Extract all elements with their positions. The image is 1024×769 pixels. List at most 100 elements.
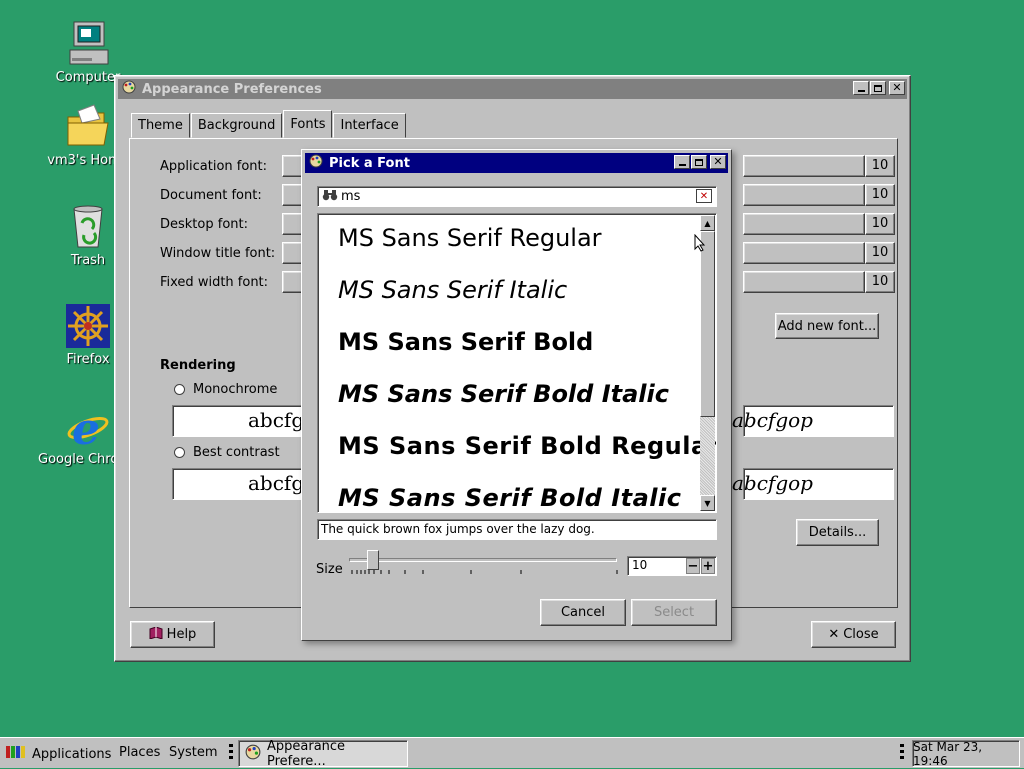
slider-thumb[interactable] bbox=[367, 550, 379, 570]
tab-fonts[interactable]: Fonts bbox=[283, 110, 333, 138]
search-binoculars-icon bbox=[322, 189, 338, 204]
monochrome-preview-right[interactable]: abcfgop bbox=[732, 405, 894, 437]
taskbar-separator-handle[interactable] bbox=[229, 744, 233, 762]
font-list-item[interactable]: MS Sans Serif Bold Regular bbox=[338, 432, 716, 460]
best-contrast-preview-right[interactable]: abcfgop bbox=[732, 468, 894, 500]
font-list-scrollbar[interactable]: ▲ ▼ bbox=[700, 215, 715, 511]
select-button[interactable]: Select bbox=[631, 599, 717, 626]
tab-label: Background bbox=[197, 118, 276, 133]
taskbar: Applications Places System Appearance Pr… bbox=[0, 737, 1024, 769]
font-row-label: Fixed width font: bbox=[160, 274, 269, 290]
font-size-label: 10 bbox=[865, 242, 895, 264]
scrollbar-track[interactable] bbox=[700, 417, 715, 495]
button-label: Cancel bbox=[560, 605, 606, 620]
document-font-button-right[interactable] bbox=[743, 184, 865, 206]
palette-icon bbox=[245, 744, 261, 764]
size-slider[interactable] bbox=[349, 550, 619, 580]
cancel-button[interactable]: Cancel bbox=[540, 599, 626, 626]
maximize-button[interactable] bbox=[870, 81, 886, 95]
scroll-up-arrow-icon[interactable]: ▲ bbox=[700, 215, 715, 231]
trash-icon bbox=[64, 203, 112, 251]
close-dialog-button[interactable]: ✕ bbox=[710, 155, 726, 169]
tab-theme[interactable]: Theme bbox=[131, 113, 190, 138]
help-button[interactable]: Help bbox=[130, 621, 215, 648]
button-label: Select bbox=[653, 605, 695, 620]
size-decrease-button[interactable]: − bbox=[686, 558, 700, 574]
size-increase-button[interactable]: + bbox=[701, 558, 715, 574]
size-spinbox[interactable]: 10 − + bbox=[627, 556, 717, 576]
scroll-down-arrow-icon[interactable]: ▼ bbox=[700, 495, 715, 511]
system-menu[interactable]: System bbox=[169, 745, 217, 760]
radio-button[interactable] bbox=[174, 447, 185, 458]
add-new-font-button[interactable]: Add new font... bbox=[775, 313, 879, 339]
radio-button[interactable] bbox=[174, 384, 185, 395]
tab-label: Theme bbox=[138, 118, 183, 133]
font-preview-text[interactable]: The quick brown fox jumps over the lazy … bbox=[317, 519, 717, 540]
font-size-label: 10 bbox=[865, 155, 895, 177]
folder-icon bbox=[64, 103, 112, 151]
window-title: Appearance Preferences bbox=[142, 81, 322, 97]
menu-label: Applications bbox=[32, 746, 112, 762]
maximize-icon bbox=[695, 158, 703, 166]
minimize-button[interactable] bbox=[853, 81, 869, 95]
preview-text: abcfgop bbox=[732, 471, 813, 495]
desktop-font-button-right[interactable] bbox=[743, 213, 865, 235]
applications-menu[interactable]: Applications bbox=[4, 744, 111, 764]
tab-label: Interface bbox=[340, 118, 399, 133]
button-label: Details... bbox=[808, 525, 867, 540]
font-size-label: 10 bbox=[865, 184, 895, 206]
font-list-item[interactable]: MS Sans Serif Regular bbox=[338, 224, 602, 252]
chrome-icon: e bbox=[64, 402, 112, 455]
tab-background[interactable]: Background bbox=[190, 113, 283, 138]
preview-text: abcfgop bbox=[732, 408, 813, 432]
font-list-item[interactable]: MS Sans Serif Bold bbox=[338, 328, 593, 356]
size-label: Size bbox=[316, 562, 343, 577]
font-row-fixed-width: Fixed width font: bbox=[160, 271, 268, 293]
maximize-icon bbox=[874, 84, 882, 92]
tab-label: Fonts bbox=[290, 116, 326, 132]
clear-search-icon[interactable]: ✕ bbox=[696, 189, 712, 203]
close-button[interactable]: ✕ Close bbox=[811, 621, 896, 648]
window-titlebar[interactable]: Appearance Preferences ✕ bbox=[118, 79, 907, 99]
rendering-heading: Rendering bbox=[160, 358, 236, 373]
details-button[interactable]: Details... bbox=[796, 519, 879, 546]
places-menu[interactable]: Places bbox=[119, 745, 160, 760]
font-row-window-title: Window title font: bbox=[160, 242, 275, 264]
dialog-titlebar[interactable]: Pick a Font ✕ bbox=[305, 153, 728, 173]
font-list[interactable]: MS Sans Serif Regular MS Sans Serif Ital… bbox=[317, 213, 717, 513]
svg-text:e: e bbox=[72, 404, 100, 450]
best-contrast-option[interactable]: Best contrast bbox=[174, 445, 280, 460]
application-font-button-right[interactable] bbox=[743, 155, 865, 177]
font-row-label: Application font: bbox=[160, 158, 268, 174]
font-row-label: Window title font: bbox=[160, 245, 276, 261]
font-search-input[interactable]: ms ✕ bbox=[317, 186, 717, 207]
task-appearance-preferences[interactable]: Appearance Prefere... bbox=[238, 739, 408, 769]
clock[interactable]: Sat Mar 23, 19:46 bbox=[912, 739, 1020, 768]
font-row-desktop: Desktop font: bbox=[160, 213, 248, 235]
font-list-item[interactable]: MS Sans Serif Bold Italic bbox=[338, 484, 681, 512]
font-list-item[interactable]: MS Sans Serif Bold Italic bbox=[338, 380, 669, 408]
window-title-font-button-right[interactable] bbox=[743, 242, 865, 264]
clock-text: Sat Mar 23, 19:46 bbox=[913, 739, 983, 768]
button-label: Add new font... bbox=[777, 318, 877, 334]
button-label: Help bbox=[166, 627, 197, 642]
palette-icon bbox=[309, 154, 323, 172]
font-row-application: Application font: bbox=[160, 155, 267, 177]
computer-icon bbox=[64, 20, 112, 68]
size-value: 10 bbox=[632, 558, 648, 572]
taskbar-separator-handle[interactable] bbox=[900, 744, 904, 762]
tab-interface[interactable]: Interface bbox=[333, 113, 406, 138]
slider-groove bbox=[349, 558, 617, 562]
maximize-button[interactable] bbox=[691, 155, 707, 169]
monochrome-option[interactable]: Monochrome bbox=[174, 382, 277, 397]
scrollbar-thumb[interactable] bbox=[700, 231, 715, 417]
dialog-title: Pick a Font bbox=[329, 155, 410, 171]
button-label: Close bbox=[843, 627, 879, 642]
close-icon: ✕ bbox=[713, 155, 723, 168]
close-window-button[interactable]: ✕ bbox=[889, 81, 905, 95]
fixed-width-font-button-right[interactable] bbox=[743, 271, 865, 293]
menu-label: System bbox=[169, 745, 218, 760]
option-label: Best contrast bbox=[193, 445, 280, 460]
minimize-button[interactable] bbox=[674, 155, 690, 169]
font-list-item[interactable]: MS Sans Serif Italic bbox=[338, 276, 567, 304]
